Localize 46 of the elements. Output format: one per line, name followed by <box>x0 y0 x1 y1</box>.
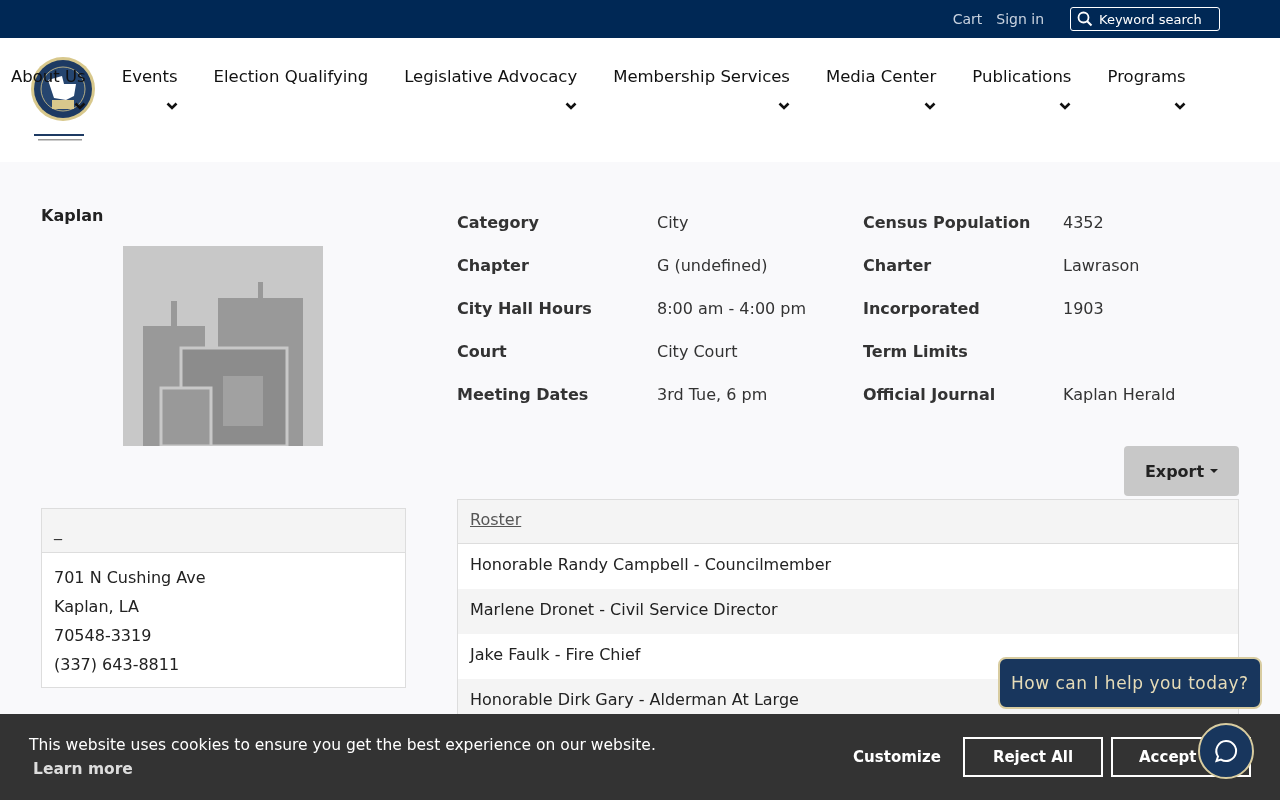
nav-item[interactable]: Election Qualifying <box>213 62 369 92</box>
field-value: 4352 <box>1063 212 1105 234</box>
place-name: Kaplan <box>41 206 105 225</box>
cookie-button[interactable]: Reject All <box>963 737 1103 777</box>
nav-item[interactable]: Legislative Advocacy <box>404 62 578 110</box>
cookie-button[interactable]: Customize <box>839 737 955 777</box>
learn-more-link[interactable]: Learn more <box>29 760 839 778</box>
address-line: 70548-3319 <box>54 625 153 647</box>
top-link[interactable]: Cart <box>952 11 983 27</box>
field-label: Court <box>457 341 508 363</box>
nav-item[interactable]: Events <box>121 62 178 110</box>
card-heading: _ <box>42 509 405 553</box>
field-label: Term Limits <box>863 341 969 363</box>
field-label: Charter <box>863 255 933 277</box>
roster-row: Marlene Dronet - Civil Service Director <box>458 589 1238 634</box>
nav-item[interactable]: Publications <box>972 62 1072 110</box>
field-value: 8:00 am - 4:00 pm <box>657 298 808 320</box>
field-value: Kaplan Herald <box>1063 384 1177 406</box>
nav-item[interactable]: Media Center <box>825 62 937 110</box>
field-label: Census Population <box>863 212 1032 234</box>
field-value: 1903 <box>1063 298 1105 320</box>
address-line: (337) 643-8811 <box>54 654 181 676</box>
field-value: 3rd Tue, 6 pm <box>657 384 769 406</box>
chat-tooltip[interactable]: How can I help you today? <box>998 657 1262 709</box>
field-value: Lawrason <box>1063 255 1141 277</box>
cookie-message: This website uses cookies to ensure you get the best experience on our website. <box>29 736 657 754</box>
address-line: 701 N Cushing Ave <box>54 567 207 589</box>
export-button[interactable]: Export <box>1124 446 1239 496</box>
field-value: City Court <box>657 341 739 363</box>
caret-icon <box>1210 469 1219 473</box>
chat-icon <box>1213 738 1239 764</box>
field-label: Category <box>457 212 540 234</box>
field-label: Incorporated <box>863 298 981 320</box>
field-value: G (undefined) <box>657 255 769 277</box>
field-label: City Hall Hours <box>457 298 593 320</box>
nav-item[interactable]: Programs <box>1107 62 1186 110</box>
address-line: Kaplan, LA <box>54 596 140 618</box>
field-label: Meeting Dates <box>457 384 590 406</box>
search-field[interactable]: Keyword search <box>1070 7 1220 31</box>
top-link[interactable]: Sign in <box>996 11 1044 27</box>
search-icon <box>1077 11 1093 27</box>
nav-item[interactable]: Membership Services <box>613 62 790 110</box>
field-value: City <box>657 212 690 234</box>
field-label: Official Journal <box>863 384 997 406</box>
roster-link[interactable]: Roster <box>458 500 1238 544</box>
field-label: Chapter <box>457 255 530 277</box>
